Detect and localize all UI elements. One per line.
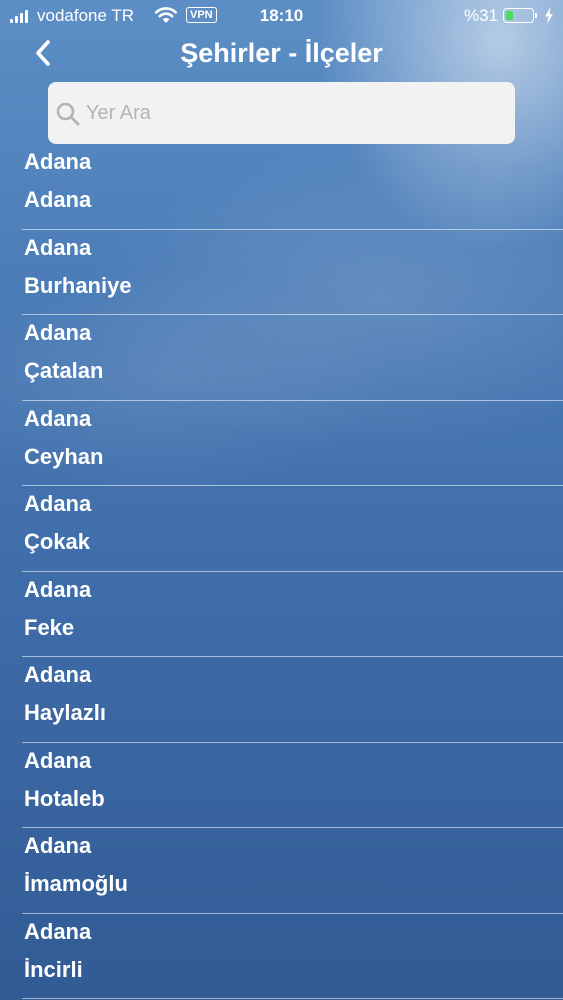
list-item-city: Adana — [24, 747, 92, 773]
list-item-district: Çatalan — [24, 358, 104, 383]
list-item-city: Adana — [24, 320, 92, 345]
status-bar: vodafone TR VPN 18:10 %31 — [0, 0, 563, 34]
list-item-city: Adana — [24, 405, 92, 431]
charging-bolt-icon — [544, 7, 554, 29]
list-item[interactable]: Adana Çatalan — [22, 315, 563, 401]
search-bar[interactable] — [48, 82, 515, 144]
battery-level — [506, 11, 513, 20]
list-item-district: Ceyhan — [24, 443, 104, 469]
list-item[interactable]: Adana Çokak — [22, 486, 563, 572]
list-item[interactable]: Adana İmamoğlu — [22, 828, 563, 914]
page-title: Şehirler - İlçeler — [180, 38, 383, 68]
list-item-district: İncirli — [24, 956, 83, 982]
search-icon — [55, 101, 81, 132]
location-list: Adana Adana Adana Burhaniye Adana Çatalan Adan… — [0, 144, 563, 999]
list-item-city: Adana — [24, 833, 92, 858]
list-item[interactable]: Adana Haylazlı — [22, 657, 563, 743]
list-item-city: Adana — [24, 234, 92, 260]
navigation-bar: Şehirler - İlçeler — [0, 34, 563, 74]
list-item-city: Adana — [24, 662, 92, 687]
list-item-city: Adana — [24, 918, 92, 944]
list-item-city: Adana — [24, 576, 92, 602]
list-item-district: Hotaleb — [24, 785, 105, 811]
search-input[interactable] — [86, 82, 506, 144]
list-item-district: Burhaniye — [24, 272, 132, 298]
list-item-district: Haylazlı — [24, 700, 106, 725]
battery-percentage: %31 — [464, 6, 499, 25]
list-item-district: Adana — [24, 187, 92, 212]
list-item[interactable]: Adana İncirli — [22, 914, 563, 999]
list-item-district: Feke — [24, 614, 75, 640]
list-item[interactable]: Adana Feke — [22, 572, 563, 657]
list-item[interactable]: Adana Adana — [22, 144, 563, 230]
list-item[interactable]: Adana Burhaniye — [22, 230, 563, 315]
list-item-city: Adana — [24, 149, 92, 174]
battery-icon — [503, 8, 537, 23]
list-item[interactable]: Adana Ceyhan — [22, 401, 563, 486]
list-item-district: İmamoğlu — [24, 871, 128, 896]
list-item[interactable]: Adana Hotaleb — [22, 743, 563, 828]
list-item-district: Çokak — [24, 529, 91, 554]
list-item-city: Adana — [24, 491, 92, 516]
